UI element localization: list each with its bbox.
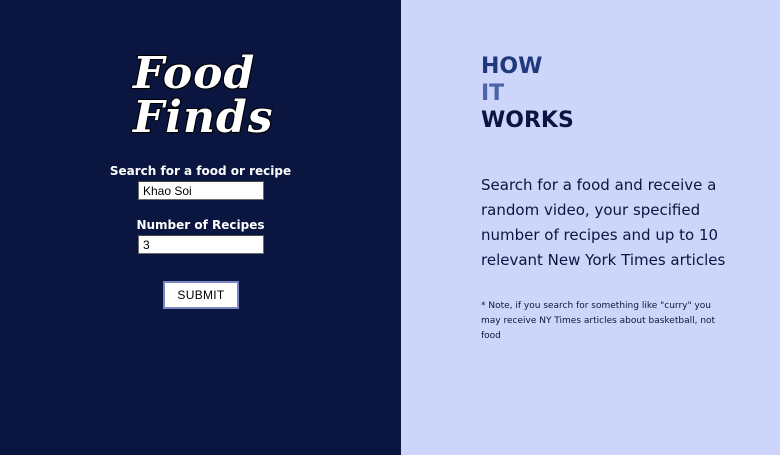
search-label: Search for a food or recipe xyxy=(109,164,292,178)
heading-works: WORKS xyxy=(481,108,574,133)
search-input[interactable] xyxy=(138,181,264,200)
heading-it: IT xyxy=(481,81,505,106)
submit-button[interactable]: SUBMIT xyxy=(163,281,239,309)
logo: Food Finds xyxy=(133,52,273,140)
search-note: * Note, if you search for something like… xyxy=(481,301,716,341)
num-recipes-input[interactable] xyxy=(138,235,264,254)
how-it-works-heading: HOW IT WORKS xyxy=(481,53,574,134)
num-recipes-label: Number of Recipes xyxy=(136,218,265,232)
how-it-works-description: Search for a food and receive a random v… xyxy=(481,176,726,269)
logo-line-2: Finds xyxy=(133,92,274,143)
heading-how: HOW xyxy=(481,54,543,79)
